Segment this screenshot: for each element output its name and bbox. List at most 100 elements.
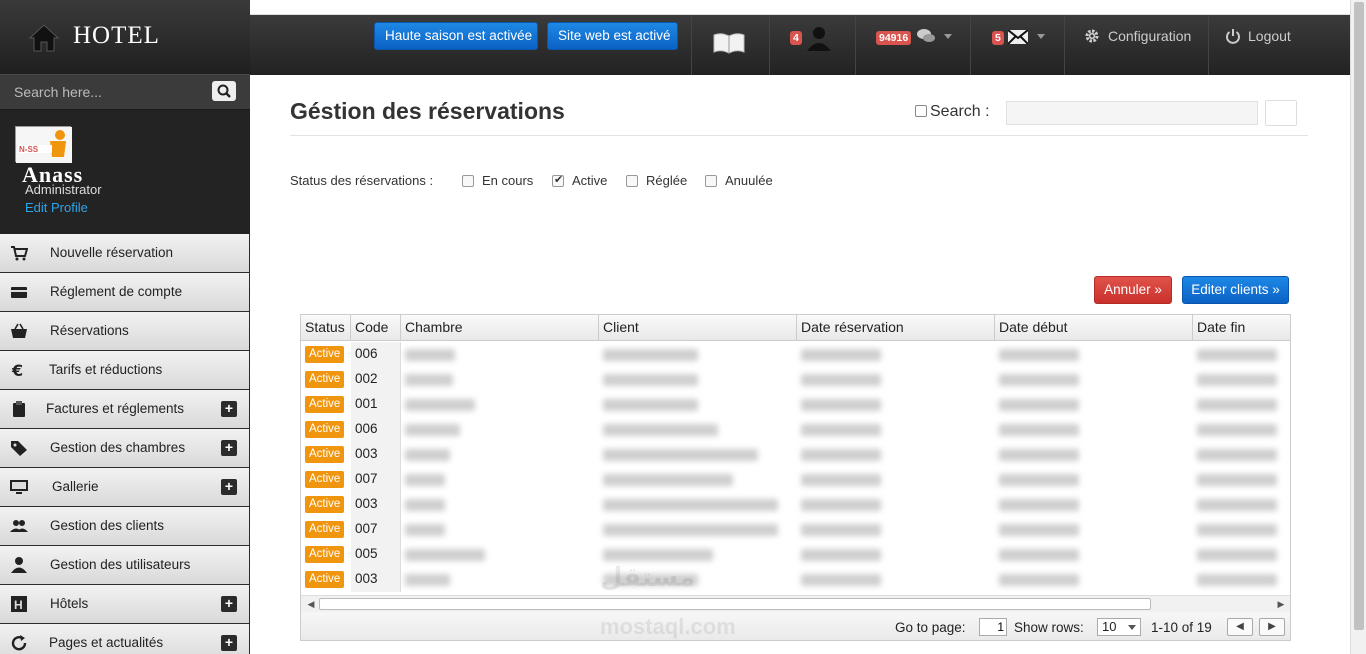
- filter-option-label: En cours: [482, 173, 534, 188]
- sidebar-item-label: Tarifs et réductions: [49, 362, 163, 377]
- sidebar-item-reservations[interactable]: Réservations: [0, 312, 249, 351]
- expand-icon[interactable]: +: [221, 635, 237, 651]
- column-header-date-reservation[interactable]: Date réservation: [797, 315, 995, 341]
- redacted-cell: [999, 349, 1079, 361]
- table-search-toggle[interactable]: Search :: [915, 103, 990, 121]
- table-horizontal-scrollbar[interactable]: ◀ ▶: [301, 595, 1290, 612]
- edit-profile-link[interactable]: Edit Profile: [25, 200, 88, 215]
- expand-icon[interactable]: +: [221, 596, 237, 612]
- envelope-icon[interactable]: [1008, 30, 1028, 44]
- filter-checkbox[interactable]: [626, 175, 638, 187]
- redacted-cell: [1197, 424, 1277, 436]
- redacted-cell: [999, 549, 1079, 561]
- table-row[interactable]: Active 006: [301, 342, 1290, 367]
- sidebar-item-utilisateurs[interactable]: Gestion des utilisateurs: [0, 546, 249, 585]
- filter-checkbox[interactable]: [705, 175, 717, 187]
- table-row[interactable]: Active 007: [301, 517, 1290, 542]
- filter-checkbox[interactable]: [462, 175, 474, 187]
- hotel-icon: H: [11, 596, 27, 612]
- scroll-left-icon[interactable]: ◀: [303, 596, 319, 612]
- brand[interactable]: HOTEL: [0, 0, 250, 74]
- sidebar: HOTEL N-SS Anass Ad: [0, 0, 250, 654]
- table-row[interactable]: Active 003: [301, 567, 1290, 592]
- cart-icon: [11, 246, 28, 261]
- card-icon: [11, 287, 27, 298]
- sidebar-item-gallerie[interactable]: Gallerie +: [0, 468, 249, 507]
- table-row[interactable]: Active 002: [301, 367, 1290, 392]
- nav-divider: [1208, 15, 1209, 75]
- code-cell: 003: [355, 446, 378, 461]
- sidebar-item-reglement-compte[interactable]: Réglement de compte: [0, 273, 249, 312]
- logout-link[interactable]: Logout: [1248, 28, 1291, 44]
- page-scrollbar[interactable]: [1350, 0, 1366, 654]
- sidebar-search-input[interactable]: [0, 75, 205, 109]
- user-icon: [11, 557, 27, 573]
- sidebar-search-button[interactable]: [212, 81, 236, 101]
- table-row[interactable]: Active 003: [301, 492, 1290, 517]
- book-icon[interactable]: [712, 32, 746, 54]
- haute-saison-button[interactable]: Haute saison est activée: [374, 22, 538, 50]
- page-title: Géstion des réservations: [290, 98, 565, 124]
- scroll-right-icon[interactable]: ▶: [1273, 596, 1289, 612]
- brand-name: HOTEL: [73, 22, 160, 49]
- table-row[interactable]: Active 003: [301, 442, 1290, 467]
- editer-clients-button[interactable]: Editer clients »: [1182, 276, 1289, 304]
- filter-reglee[interactable]: Réglée: [626, 173, 687, 188]
- sidebar-item-clients[interactable]: Gestion des clients: [0, 507, 249, 546]
- column-header-date-debut[interactable]: Date début: [995, 315, 1193, 341]
- redacted-cell: [603, 424, 718, 436]
- svg-text:€: €: [11, 361, 23, 379]
- page-range: 1-10 of 19: [1151, 620, 1212, 635]
- sidebar-item-pages[interactable]: Pages et actualités +: [0, 624, 249, 654]
- sidebar-item-factures[interactable]: Factures et réglements +: [0, 390, 249, 429]
- scrollbar-thumb[interactable]: [319, 598, 1151, 610]
- status-badge: Active: [305, 396, 345, 413]
- site-web-button[interactable]: Site web est activé: [547, 22, 678, 50]
- sidebar-item-hotels[interactable]: H Hôtels +: [0, 585, 249, 624]
- filter-annulee[interactable]: Anuulée: [705, 173, 773, 188]
- power-icon: [1226, 29, 1240, 44]
- sidebar-item-tarifs[interactable]: € Tarifs et réductions: [0, 351, 249, 390]
- prev-page-button[interactable]: ◀: [1227, 618, 1253, 636]
- goto-page-input[interactable]: [979, 618, 1007, 636]
- expand-icon[interactable]: +: [221, 479, 237, 495]
- expand-icon[interactable]: +: [221, 440, 237, 456]
- home-icon: [28, 24, 60, 52]
- table-search-button[interactable]: [1265, 100, 1297, 126]
- status-badge: Active: [305, 496, 345, 513]
- show-rows-select[interactable]: 10: [1097, 618, 1141, 636]
- sidebar-item-label: Nouvelle réservation: [50, 245, 174, 260]
- column-header-chambre[interactable]: Chambre: [401, 315, 599, 341]
- table-row[interactable]: Active 006: [301, 417, 1290, 442]
- scrollbar-thumb[interactable]: [1354, 2, 1364, 630]
- column-header-client[interactable]: Client: [599, 315, 797, 341]
- column-header-code[interactable]: Code: [351, 315, 401, 341]
- table-row[interactable]: Active 001: [301, 392, 1290, 417]
- filter-active[interactable]: Active: [552, 173, 607, 188]
- redacted-cell: [405, 449, 450, 461]
- filter-en-cours[interactable]: En cours: [462, 173, 533, 188]
- comments-icon[interactable]: [917, 28, 935, 44]
- redacted-cell: [603, 549, 713, 561]
- annuler-button[interactable]: Annuler »: [1094, 276, 1172, 304]
- next-page-button[interactable]: ▶: [1259, 618, 1285, 636]
- show-rows-label: Show rows:: [1014, 620, 1084, 635]
- chevron-down-icon[interactable]: [944, 34, 952, 39]
- filter-checkbox[interactable]: [552, 173, 564, 187]
- redacted-cell: [405, 524, 445, 536]
- column-header-date-fin[interactable]: Date fin: [1193, 315, 1290, 341]
- sidebar-item-label: Gallerie: [52, 479, 99, 494]
- table-row[interactable]: Active 005: [301, 542, 1290, 567]
- expand-icon[interactable]: +: [221, 401, 237, 417]
- column-header-status[interactable]: Status: [301, 315, 351, 341]
- search-checkbox[interactable]: [915, 105, 927, 117]
- redacted-cell: [801, 424, 881, 436]
- table-search-input[interactable]: [1006, 101, 1258, 125]
- table-row[interactable]: Active 007: [301, 467, 1290, 492]
- chevron-down-icon[interactable]: [1037, 34, 1045, 39]
- svg-text:N-SS: N-SS: [19, 145, 39, 154]
- sidebar-item-nouvelle-reservation[interactable]: Nouvelle réservation: [0, 234, 249, 273]
- user-icon[interactable]: [806, 25, 832, 51]
- configuration-link[interactable]: Configuration: [1108, 28, 1191, 44]
- sidebar-item-chambres[interactable]: Gestion des chambres +: [0, 429, 249, 468]
